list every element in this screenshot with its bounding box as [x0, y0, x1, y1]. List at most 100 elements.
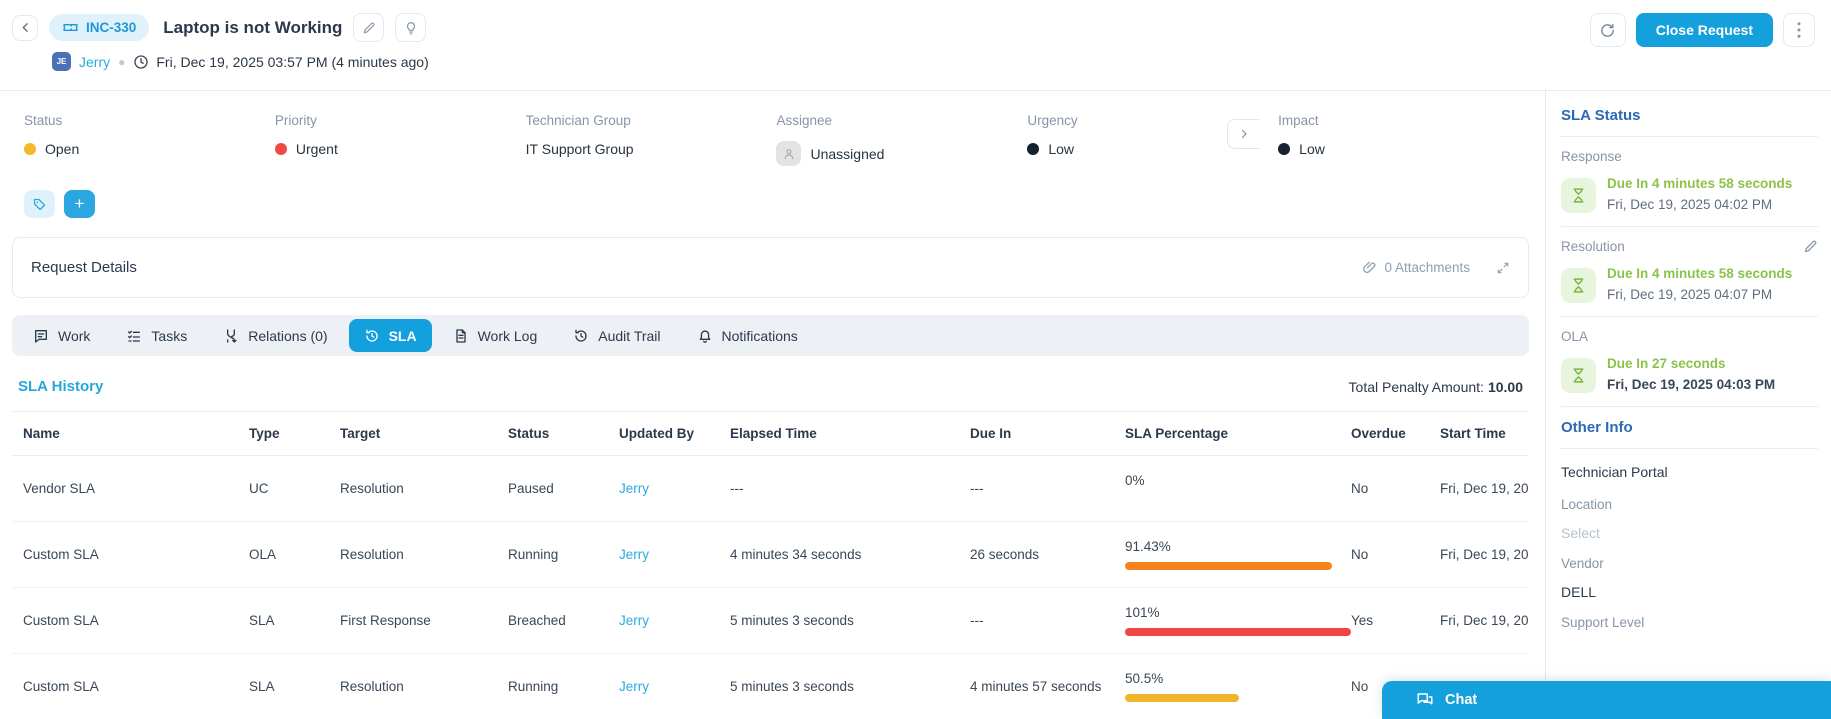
- tab-relations[interactable]: Relations (0): [208, 315, 342, 356]
- chevron-right-icon: [1238, 128, 1250, 140]
- requester-avatar: JE: [52, 52, 71, 71]
- tab-audit-trail[interactable]: Audit Trail: [558, 315, 675, 356]
- sla-percentage: 101%: [1125, 605, 1351, 636]
- unassigned-avatar-icon: [776, 141, 802, 166]
- hourglass-icon: [1561, 177, 1596, 213]
- separator-dot: ●: [118, 54, 126, 69]
- tag-icon: [32, 197, 47, 212]
- page-title: Laptop is not Working: [163, 17, 343, 37]
- close-request-button[interactable]: Close Request: [1635, 13, 1773, 47]
- relations-icon: [223, 328, 239, 344]
- urgency-dot: [1027, 143, 1040, 155]
- add-tag-button[interactable]: +: [64, 190, 95, 218]
- progress-bar: [1125, 694, 1351, 702]
- sla-response-block: Response Due In 4 minutes 58 seconds Fri…: [1561, 149, 1793, 213]
- ticket-main-panel: Status Open Priority Urgent Technician G…: [0, 91, 1545, 719]
- field-label: Priority: [274, 113, 317, 128]
- plus-icon: +: [74, 194, 85, 213]
- status-dot: [24, 143, 36, 155]
- technician-portal-label: Technician Portal: [1561, 464, 1668, 480]
- tab-sla[interactable]: SLA: [348, 319, 432, 352]
- table-row: Vendor SLA UC Resolution Paused Jerry --…: [12, 456, 1529, 522]
- table-row: Custom SLA OLA Resolution Running Jerry …: [12, 522, 1529, 588]
- updated-by-link[interactable]: Jerry: [619, 547, 730, 562]
- progress-bar: [1125, 562, 1351, 570]
- vendor-value[interactable]: DELL: [1561, 584, 1818, 600]
- refresh-icon: [1599, 22, 1616, 39]
- lightbulb-icon: [404, 21, 418, 35]
- updated-by-link[interactable]: Jerry: [619, 679, 730, 694]
- kebab-icon: [1797, 22, 1801, 38]
- chat-button[interactable]: Chat: [1382, 681, 1831, 719]
- due-in-text: Due In 4 minutes 58 seconds: [1607, 266, 1793, 281]
- more-actions-button[interactable]: [1783, 13, 1815, 47]
- field-label: Impact: [1278, 113, 1319, 128]
- field-status[interactable]: Status Open: [24, 113, 275, 166]
- field-label: Technician Group: [525, 113, 631, 128]
- updated-by-link[interactable]: Jerry: [619, 613, 730, 628]
- sla-status-sidebar: SLA Status Response Due In 4 minutes 58 …: [1545, 91, 1831, 719]
- sla-resolution-block: Resolution Due In 4 minutes 58 seconds F…: [1561, 239, 1818, 304]
- sla-percentage: 0%: [1125, 473, 1351, 504]
- table-row: Custom SLA SLA First Response Breached J…: [12, 588, 1529, 654]
- progress-bar: [1125, 628, 1351, 636]
- field-label: Status: [24, 113, 63, 128]
- location-label: Location: [1561, 497, 1613, 512]
- chat-icon: [1416, 691, 1434, 709]
- priority-dot: [274, 143, 287, 155]
- request-details-card: Request Details 0 Attachments: [12, 237, 1529, 298]
- other-info-title: Other Info: [1561, 419, 1633, 436]
- due-in-text: Due In 27 seconds: [1607, 356, 1726, 371]
- location-select[interactable]: Select: [1561, 525, 1818, 541]
- impact-dot: [1278, 143, 1291, 155]
- created-time: Fri, Dec 19, 2025 03:57 PM (4 minutes ag…: [133, 54, 429, 70]
- total-penalty: Total Penalty Amount: 10.00: [1348, 378, 1523, 395]
- requester-link[interactable]: Jerry: [79, 54, 110, 70]
- refresh-button[interactable]: [1589, 13, 1626, 47]
- comment-icon: [33, 328, 49, 344]
- edit-title-button[interactable]: [353, 13, 385, 42]
- sla-history-table: Name Type Target Status Updated By Elaps…: [12, 411, 1529, 719]
- table-header-row: Name Type Target Status Updated By Elaps…: [12, 411, 1529, 456]
- tab-work-log[interactable]: Work Log: [438, 315, 553, 356]
- field-label: Assignee: [776, 113, 833, 128]
- due-in-text: Due In 4 minutes 58 seconds: [1607, 176, 1793, 191]
- due-date: Fri, Dec 19, 2025 04:03 PM: [1607, 377, 1776, 392]
- sidebar-collapse-button[interactable]: [1227, 119, 1259, 149]
- back-button[interactable]: [12, 14, 38, 41]
- progress-bar: [1125, 496, 1351, 504]
- edit-resolution-button[interactable]: [1803, 239, 1818, 254]
- sla-percentage: 91.43%: [1125, 539, 1351, 570]
- tab-notifications[interactable]: Notifications: [682, 315, 813, 356]
- ticket-icon: [62, 19, 79, 36]
- due-date: Fri, Dec 19, 2025 04:02 PM: [1607, 197, 1773, 212]
- ai-suggest-button[interactable]: [395, 13, 427, 42]
- field-technician-group[interactable]: Technician Group IT Support Group: [526, 113, 777, 166]
- ticket-fields: Status Open Priority Urgent Technician G…: [12, 91, 1529, 166]
- bell-icon: [697, 328, 713, 344]
- ticket-id-badge[interactable]: INC-330: [49, 14, 150, 41]
- sla-status-title: SLA Status: [1561, 107, 1641, 124]
- expand-button[interactable]: [1496, 261, 1510, 275]
- support-level-label: Support Level: [1561, 615, 1645, 630]
- sla-ola-block: OLA Due In 27 seconds Fri, Dec 19, 2025 …: [1561, 329, 1776, 393]
- clock-icon: [133, 54, 149, 70]
- hourglass-icon: [1561, 267, 1596, 303]
- checklist-icon: [126, 328, 142, 344]
- vendor-label: Vendor: [1561, 556, 1604, 571]
- sla-percentage: 50.5%: [1125, 671, 1351, 702]
- history-icon: [364, 328, 380, 344]
- ticket-id: INC-330: [86, 20, 137, 35]
- request-details-title: Request Details: [31, 259, 137, 276]
- updated-by-link[interactable]: Jerry: [619, 481, 730, 496]
- history-icon: [573, 328, 589, 344]
- field-impact[interactable]: Impact Low: [1278, 113, 1529, 166]
- tab-tasks[interactable]: Tasks: [111, 315, 202, 356]
- attachments-button[interactable]: 0 Attachments: [1362, 260, 1470, 275]
- pencil-icon: [362, 21, 376, 35]
- field-priority[interactable]: Priority Urgent: [274, 113, 526, 166]
- tab-work[interactable]: Work: [18, 315, 105, 356]
- table-row: Custom SLA SLA Resolution Running Jerry …: [12, 654, 1529, 719]
- tags-button[interactable]: [24, 190, 55, 218]
- field-assignee[interactable]: Assignee Unassigned: [776, 113, 1027, 166]
